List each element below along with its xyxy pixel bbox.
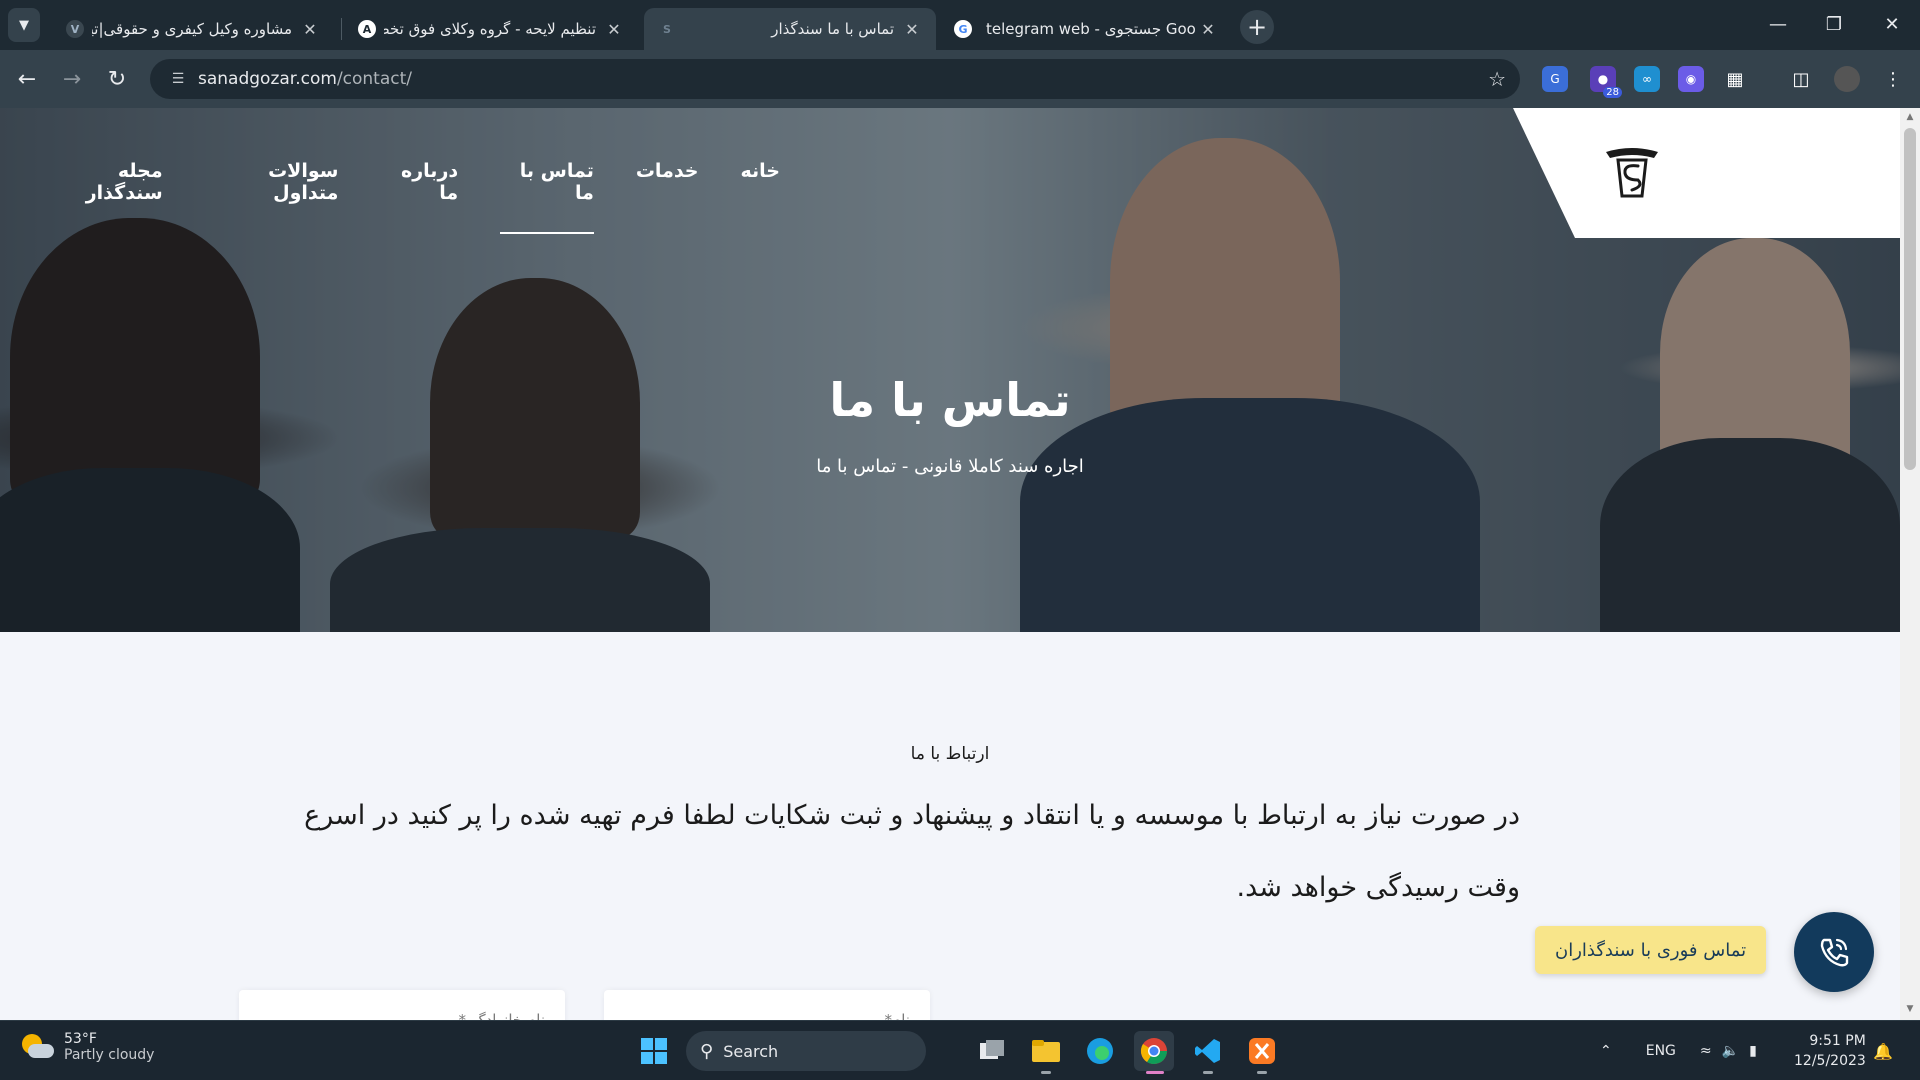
extensions-puzzle-icon[interactable]: ▦: [1722, 66, 1748, 92]
tab-title: telegram web - جستجوی Google: [986, 20, 1196, 38]
nav-services[interactable]: خدمات: [636, 160, 699, 200]
extension-badge-icon[interactable]: ● 28: [1590, 66, 1622, 98]
bookmark-star-icon[interactable]: ☆: [1488, 67, 1506, 91]
nav-faq[interactable]: سوالات متداول: [205, 160, 338, 204]
running-indicator: [1257, 1071, 1267, 1074]
wifi-icon[interactable]: ≈: [1700, 1043, 1712, 1059]
edge-browser-icon[interactable]: [1080, 1031, 1120, 1071]
nav-contact[interactable]: تماس با ما: [500, 160, 594, 234]
translate-extension-icon[interactable]: G: [1542, 66, 1568, 92]
address-bar[interactable]: ☰ sanadgozar.com/contact/ ☆: [150, 59, 1520, 99]
chrome-browser-icon[interactable]: [1134, 1031, 1174, 1071]
notification-bell-icon[interactable]: 🔔: [1868, 1031, 1898, 1071]
forward-arrow-icon[interactable]: →: [55, 62, 89, 96]
tab-law-consult[interactable]: V مشاوره وکیل کیفری و حقوقی|تیم ✕: [52, 8, 334, 50]
minimize-icon[interactable]: —: [1750, 0, 1806, 48]
weather-desc: Partly cloudy: [64, 1047, 155, 1063]
partly-cloudy-icon: [20, 1032, 54, 1062]
system-tray: ⌃ ENG ≈ 🔈 ▮: [1600, 1021, 1757, 1080]
running-indicator: [1041, 1071, 1051, 1074]
clock-date: 12/5/2023: [1794, 1053, 1866, 1069]
new-tab-button[interactable]: +: [1240, 10, 1274, 44]
close-window-icon[interactable]: ✕: [1864, 0, 1920, 48]
reload-icon[interactable]: ↻: [100, 62, 134, 96]
weather-widget[interactable]: 53°F Partly cloudy: [20, 1031, 154, 1063]
close-tab-icon[interactable]: ✕: [602, 17, 626, 41]
call-button[interactable]: [1794, 912, 1874, 992]
nav-about[interactable]: درباره ما: [380, 160, 458, 204]
task-view-icon[interactable]: [972, 1031, 1012, 1071]
close-tab-icon[interactable]: ✕: [298, 17, 322, 41]
tab-title: مشاوره وکیل کیفری و حقوقی|تیم: [92, 20, 292, 38]
main-nav: خانه خدمات تماس با ما درباره ما سوالات م…: [0, 160, 780, 234]
browser-menu-icon[interactable]: ⋮: [1880, 66, 1906, 92]
page-scrollbar[interactable]: ▲ ▼: [1900, 108, 1920, 1020]
hero-photo-suit: [1020, 398, 1480, 632]
law-firm-favicon: V: [66, 20, 84, 38]
restore-icon[interactable]: ❐: [1806, 0, 1862, 48]
profile-avatar[interactable]: [1834, 66, 1860, 92]
tab-divider: [341, 18, 342, 40]
hero-breadcrumb: اجاره سند کاملا قانونی - تماس با ما: [816, 456, 1084, 477]
show-hidden-icons-icon[interactable]: ⌃: [1600, 1043, 1612, 1059]
name-input[interactable]: [604, 990, 930, 1020]
browser-toolbar: ← → ↻ ☰ sanadgozar.com/contact/ ☆ G ● 28 …: [0, 50, 1920, 108]
lastname-input[interactable]: [239, 990, 565, 1020]
search-icon: ⚲: [700, 1040, 714, 1062]
side-panel-icon[interactable]: ◫: [1788, 66, 1814, 92]
nav-home[interactable]: خانه: [741, 160, 780, 200]
tab-brief-drafting[interactable]: A تنظیم لایحه - گروه وکلای فوق تخصص ✕: [344, 8, 638, 50]
tab-contact-active[interactable]: S تماس با ما سندگذار ✕: [644, 8, 936, 50]
volume-muted-icon[interactable]: 🔈: [1722, 1043, 1739, 1059]
tab-search-button[interactable]: ▼: [8, 8, 40, 42]
search-label: Search: [723, 1041, 779, 1061]
site-info-icon[interactable]: ☰: [158, 71, 198, 87]
file-explorer-icon[interactable]: [1026, 1031, 1066, 1071]
language-indicator[interactable]: ENG: [1646, 1043, 1676, 1059]
active-indicator: [1146, 1071, 1164, 1074]
sanadgozar-favicon: S: [663, 22, 671, 36]
browser-tab-bar: ▼ V مشاوره وکیل کیفری و حقوقی|تیم ✕ A تن…: [0, 0, 1920, 50]
hero-photo-suit: [330, 528, 710, 632]
nav-magazine[interactable]: مجله سندگذار: [42, 160, 163, 204]
scrollbar-thumb[interactable]: [1904, 128, 1916, 470]
ghost-extension-icon[interactable]: ◉: [1678, 66, 1704, 92]
name-field[interactable]: [604, 990, 930, 1020]
scroll-up-icon[interactable]: ▲: [1904, 112, 1916, 124]
sanadgozar-logo[interactable]: [1604, 146, 1660, 198]
xampp-icon[interactable]: [1242, 1031, 1282, 1071]
google-favicon: G: [954, 20, 972, 38]
back-arrow-icon[interactable]: ←: [10, 62, 44, 96]
hero-photo-suit: [0, 468, 300, 632]
windows-start-icon[interactable]: [634, 1031, 674, 1071]
lawyers-group-favicon: A: [358, 20, 376, 38]
tab-google-search[interactable]: G telegram web - جستجوی Google ✕: [940, 8, 1232, 50]
logo-panel: [1513, 108, 1900, 238]
weather-temp: 53°F: [64, 1031, 97, 1047]
page-viewport: خانه خدمات تماس با ما درباره ما سوالات م…: [0, 108, 1900, 1020]
taskbar-clock[interactable]: 9:51 PM 12/5/2023: [1794, 1031, 1866, 1071]
url-text: sanadgozar.com/contact/: [198, 69, 413, 89]
clock-time: 9:51 PM: [1809, 1033, 1866, 1049]
vscode-icon[interactable]: [1188, 1031, 1228, 1071]
tab-title: تماس با ما سندگذار: [771, 20, 894, 38]
battery-icon[interactable]: ▮: [1749, 1043, 1757, 1059]
instant-call-label[interactable]: تماس فوری با سندگذاران: [1535, 926, 1767, 974]
taskbar-search[interactable]: ⚲ Search: [686, 1031, 926, 1071]
page-title: تماس با ما: [829, 373, 1071, 427]
tab-title: تنظیم لایحه - گروه وکلای فوق تخصص: [384, 20, 596, 38]
hero-photo-person: [1660, 238, 1850, 478]
phone-icon: [1820, 938, 1849, 967]
running-indicator: [1203, 1071, 1213, 1074]
windows-taskbar: 53°F Partly cloudy ⚲ Search ⌃ ENG ≈ 🔈 ▮ …: [0, 1020, 1920, 1080]
close-tab-icon[interactable]: ✕: [900, 17, 924, 41]
section-eyebrow: ارتباط با ما: [910, 744, 990, 764]
close-tab-icon[interactable]: ✕: [1196, 17, 1220, 41]
scroll-down-icon[interactable]: ▼: [1904, 1004, 1916, 1016]
infinity-extension-icon[interactable]: ∞: [1634, 66, 1660, 92]
lastname-field[interactable]: [239, 990, 565, 1020]
section-description: در صورت نیاز به ارتباط با موسسه و یا انت…: [304, 800, 1520, 903]
